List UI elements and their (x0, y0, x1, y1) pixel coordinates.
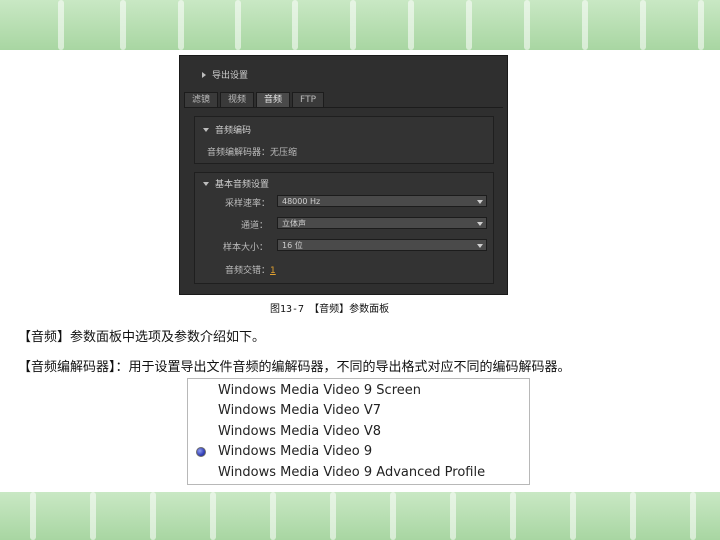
tab-video[interactable]: 视频 (220, 92, 255, 107)
tab-filters[interactable]: 滤镜 (184, 92, 219, 107)
list-item[interactable]: Windows Media Video 9 Advanced Profile (218, 465, 485, 480)
audio-codec-header[interactable]: 音频编码 (203, 123, 251, 136)
sample-size-label: 样本大小： (223, 243, 269, 253)
dropdown-arrow-icon (477, 244, 483, 248)
audio-settings-panel: 导出设置 滤镜 视频 音频 FTP 音频编码 音频编解码器：无压缩 基本音频设置… (179, 55, 508, 295)
codec-row: 音频编解码器：无压缩 (207, 145, 297, 158)
codec-label: 音频编解码器： (207, 148, 271, 158)
dropdown-arrow-icon (477, 200, 483, 204)
export-settings-title: 导出设置 (212, 71, 249, 81)
codec-description-paragraph: 【音频编解码器】：用于设置导出文件音频的编解码器，不同的导出格式对应不同的编码解… (18, 360, 571, 375)
list-item[interactable]: Windows Media Video V8 (218, 424, 381, 439)
interleave-label: 音频交错： (225, 266, 271, 276)
interleave-row: 音频交错：1 (225, 263, 276, 276)
basic-audio-group: 基本音频设置 采样速率： 48000 Hz 通道： 立体声 样本大小： 16 位… (194, 172, 494, 284)
expand-arrow-icon (202, 71, 206, 78)
tab-divider (184, 107, 503, 108)
list-item[interactable]: Windows Media Video 9 Screen (218, 383, 421, 398)
tab-audio[interactable]: 音频 (256, 92, 291, 107)
basic-audio-title: 基本音频设置 (215, 180, 270, 190)
sample-rate-value: 48000 Hz (282, 197, 321, 206)
channels-label: 通道： (241, 221, 269, 231)
list-item[interactable]: Windows Media Video 9 (218, 444, 372, 459)
codec-list: Windows Media Video 9 Screen Windows Med… (187, 378, 530, 485)
audio-codec-title: 音频编码 (215, 126, 252, 136)
figure-caption: 图13-7 【音频】参数面板 (270, 304, 390, 315)
intro-paragraph: 【音频】参数面板中选项及参数介绍如下。 (18, 330, 266, 345)
sample-size-select[interactable]: 16 位 (277, 239, 487, 251)
sample-size-value: 16 位 (282, 241, 303, 250)
list-item[interactable]: Windows Media Video V7 (218, 403, 381, 418)
audio-codec-group: 音频编码 音频编解码器：无压缩 (194, 116, 494, 164)
channels-value: 立体声 (282, 219, 306, 228)
sample-rate-label: 采样速率： (225, 199, 271, 209)
top-decorative-band (0, 0, 720, 50)
codec-value: 无压缩 (270, 148, 298, 158)
tab-ftp[interactable]: FTP (292, 92, 324, 107)
selected-radio-icon[interactable] (196, 447, 206, 457)
dropdown-arrow-icon (477, 222, 483, 226)
collapse-arrow-icon (203, 127, 209, 132)
collapse-arrow-icon (203, 181, 209, 186)
sample-rate-select[interactable]: 48000 Hz (277, 195, 487, 207)
bottom-decorative-band (0, 492, 720, 540)
interleave-value[interactable]: 1 (270, 266, 276, 276)
export-settings-header[interactable]: 导出设置 (202, 68, 248, 81)
basic-audio-header[interactable]: 基本音频设置 (203, 177, 269, 190)
channels-select[interactable]: 立体声 (277, 217, 487, 229)
tab-bar: 滤镜 视频 音频 FTP (184, 92, 324, 107)
